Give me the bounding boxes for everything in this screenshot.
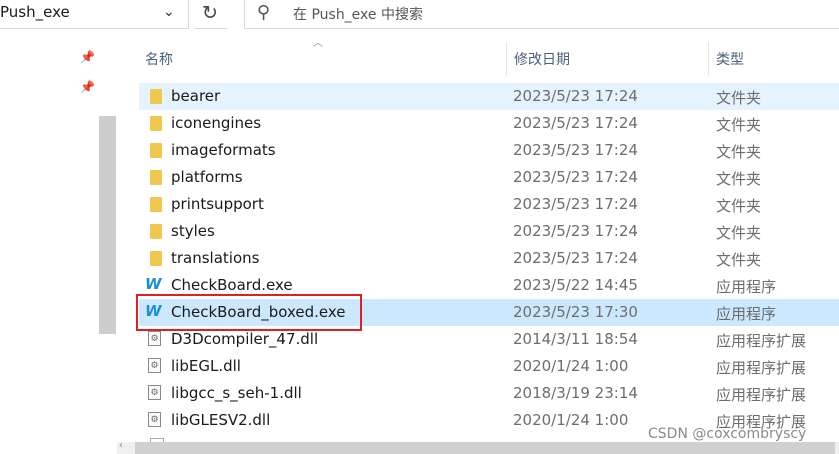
column-header: 名称 修改日期 类型: [134, 42, 839, 76]
column-name-label: 名称: [145, 52, 173, 68]
horizontal-scrollbar[interactable]: ‹: [117, 440, 839, 454]
scroll-left-icon[interactable]: ‹: [119, 440, 123, 451]
column-name[interactable]: 名称: [134, 42, 506, 76]
file-name: libgcc_s_seh-1.dll: [171, 384, 302, 402]
file-row[interactable]: translations 2023/5/23 17:24 文件夹: [139, 245, 839, 272]
navigation-scrollbar-thumb[interactable]: [99, 116, 116, 334]
file-date: 2023/5/23 17:24: [513, 168, 638, 186]
column-date[interactable]: 修改日期: [506, 42, 709, 76]
file-type: 文件夹: [716, 170, 762, 188]
address-toolbar: Push_exe ⌄ ↻ ⚲ 在 Push_exe 中搜索: [0, 0, 839, 30]
file-type: 文件夹: [716, 251, 762, 269]
column-date-label: 修改日期: [514, 52, 570, 68]
file-name: bearer: [171, 87, 221, 105]
folder-icon: [150, 224, 162, 239]
file-date: 2023/5/23 17:24: [513, 87, 638, 105]
folder-icon: [150, 251, 162, 266]
highlight-box: [136, 294, 362, 331]
watermark: CSDN @coxcombryscy: [648, 426, 807, 442]
search-icon: ⚲: [257, 2, 271, 23]
file-date: 2023/5/23 17:24: [513, 114, 638, 132]
file-name: iconengines: [171, 114, 262, 132]
file-type: 文件夹: [716, 143, 762, 161]
application-icon: W: [145, 275, 162, 293]
pin-icon[interactable]: 📌: [80, 80, 95, 94]
file-type: 应用程序: [716, 278, 777, 296]
chevron-down-icon[interactable]: ⌄: [163, 4, 175, 20]
file-row[interactable]: imageformats 2023/5/23 17:24 文件夹: [139, 137, 839, 164]
column-type[interactable]: 类型: [708, 42, 839, 76]
file-row[interactable]: ⚙ libgcc_s_seh-1.dll 2018/3/19 23:14 应用程序扩展: [139, 380, 839, 407]
file-row[interactable]: bearer 2023/5/23 17:24 文件夹: [139, 83, 839, 110]
file-date: 2020/1/24 1:00: [513, 411, 629, 429]
address-path: Push_exe: [0, 3, 70, 21]
file-date: 2018/3/19 23:14: [513, 384, 638, 402]
file-type: 文件夹: [716, 224, 762, 242]
file-date: 2023/5/23 17:24: [513, 195, 638, 213]
file-type: 文件夹: [716, 116, 762, 134]
file-date: 2023/5/22 14:45: [513, 276, 638, 294]
file-type: 应用程序扩展: [716, 386, 807, 404]
file-type: 应用程序扩展: [716, 332, 807, 350]
dll-file-icon: ⚙: [148, 331, 161, 346]
file-row[interactable]: printsupport 2023/5/23 17:24 文件夹: [139, 191, 839, 218]
search-box[interactable]: ⚲ 在 Push_exe 中搜索: [244, 0, 839, 29]
horizontal-scrollbar-thumb[interactable]: [135, 442, 835, 454]
file-row[interactable]: platforms 2023/5/23 17:24 文件夹: [139, 164, 839, 191]
folder-icon: [150, 170, 162, 185]
file-name: D3Dcompiler_47.dll: [171, 330, 319, 348]
file-name: CheckBoard.exe: [171, 276, 293, 294]
folder-icon: [150, 143, 162, 158]
dll-file-icon: ⚙: [148, 358, 161, 373]
search-placeholder: 在 Push_exe 中搜索: [293, 7, 423, 23]
refresh-button[interactable]: ↻: [194, 0, 228, 29]
file-date: 2023/5/23 17:24: [513, 222, 638, 240]
file-type: 文件夹: [716, 89, 762, 107]
file-date: 2023/5/23 17:24: [513, 249, 638, 267]
refresh-icon: ↻: [202, 2, 218, 24]
dll-file-icon: ⚙: [148, 385, 161, 400]
file-name: translations: [171, 249, 260, 267]
file-type: 文件夹: [716, 197, 762, 215]
file-row[interactable]: styles 2023/5/23 17:24 文件夹: [139, 218, 839, 245]
address-bar[interactable]: Push_exe ⌄: [0, 0, 189, 29]
folder-icon: [150, 89, 162, 104]
file-type: 应用程序扩展: [716, 359, 807, 377]
file-row[interactable]: iconengines 2023/5/23 17:24 文件夹: [139, 110, 839, 137]
file-date: 2023/5/23 17:30: [513, 303, 638, 321]
file-date: 2020/1/24 1:00: [513, 357, 629, 375]
file-row[interactable]: ⚙ libEGL.dll 2020/1/24 1:00 应用程序扩展: [139, 353, 839, 380]
file-date: 2023/5/23 17:24: [513, 141, 638, 159]
dll-file-icon: ⚙: [148, 412, 161, 427]
file-type: 应用程序: [716, 305, 777, 323]
column-type-label: 类型: [716, 52, 744, 68]
pin-icon[interactable]: 📌: [80, 50, 95, 64]
file-name: libEGL.dll: [171, 357, 241, 375]
file-name: libGLESV2.dll: [171, 411, 271, 429]
file-date: 2014/3/11 18:54: [513, 330, 638, 348]
file-name: platforms: [171, 168, 243, 186]
file-name: imageformats: [171, 141, 276, 159]
folder-icon: [150, 197, 162, 212]
file-name: styles: [171, 222, 215, 240]
folder-icon: [150, 116, 162, 131]
file-name: printsupport: [171, 195, 264, 213]
